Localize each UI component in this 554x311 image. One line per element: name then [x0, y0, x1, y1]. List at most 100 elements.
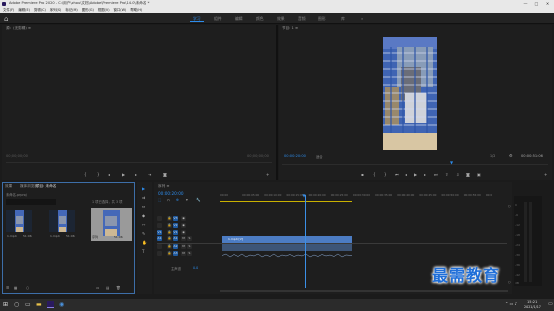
home-icon[interactable]: ⌂ — [4, 15, 8, 23]
insert-icon[interactable]: ⇥ — [148, 172, 151, 177]
program-playhead-icon[interactable]: ▼ — [450, 160, 453, 165]
zoom-slider-icon[interactable]: ○ — [26, 286, 29, 290]
eye-icon[interactable]: ◉ — [181, 230, 186, 235]
source-patch-toggle[interactable] — [157, 216, 162, 221]
lock-icon[interactable]: 🔒 — [167, 244, 172, 249]
lift-icon[interactable]: ⇪ — [445, 172, 448, 177]
panel-divider[interactable] — [276, 25, 278, 180]
prog-play-icon[interactable]: ▶ — [414, 172, 417, 177]
lock-icon[interactable]: 🔒 — [167, 251, 172, 256]
linked-selection-icon[interactable]: ⊕ — [176, 198, 179, 202]
camera-icon[interactable]: ◙ — [163, 172, 167, 177]
playhead-marker-icon[interactable]: ▼ — [303, 193, 306, 198]
track-header-a1[interactable]: A1 🔒 A1 M S — [157, 236, 218, 243]
source-add-button-icon[interactable]: + — [266, 172, 269, 177]
compare-icon[interactable]: ▣ — [477, 172, 481, 177]
project-item-thumbnail[interactable] — [6, 210, 32, 232]
solo-icon[interactable]: S — [187, 251, 192, 256]
step-forward-icon[interactable]: ▸ — [135, 172, 137, 177]
mute-icon[interactable]: M — [181, 251, 186, 256]
program-monitor-title[interactable]: 节目: 1 ≡ — [282, 26, 298, 31]
lock-icon[interactable]: 🔒 — [167, 230, 172, 235]
step-back-icon[interactable]: ◂ — [108, 172, 110, 177]
track-target-label[interactable]: V1 — [173, 230, 178, 235]
windows-start-icon[interactable]: ⊞ — [3, 301, 8, 308]
go-to-in-icon[interactable]: ⏮ — [395, 172, 399, 177]
eye-icon[interactable]: ◉ — [181, 223, 186, 228]
master-volume-value[interactable]: 0.0 — [193, 266, 198, 270]
track-select-tool-icon[interactable]: ⇉ — [142, 195, 145, 200]
mark-in-icon[interactable]: { — [84, 172, 87, 177]
source-patch-toggle[interactable] — [157, 223, 162, 228]
play-icon[interactable]: ▶ — [122, 172, 125, 177]
project-item-thumbnail[interactable] — [49, 210, 75, 232]
timeline-settings-icon[interactable]: 🔧 — [196, 198, 200, 202]
wrench-icon[interactable]: ⚙ — [509, 153, 513, 158]
source-patch-toggle[interactable]: V1 — [157, 230, 162, 235]
track-target-label[interactable]: A1 — [173, 236, 178, 241]
workspace-tab-audio[interactable]: 音频 — [298, 15, 306, 22]
new-item-icon[interactable]: ▤ — [106, 286, 109, 290]
prog-mark-out-icon[interactable]: } — [384, 172, 387, 177]
timeline-timecode[interactable]: 00:00:20:00 — [158, 191, 184, 196]
prog-step-forward-icon[interactable]: ▸ — [424, 172, 426, 177]
pen-tool-icon[interactable]: ✎ — [142, 231, 145, 236]
track-header-a3[interactable]: 🔒 A3 M S — [157, 251, 218, 258]
icon-view-icon[interactable]: ▦ — [14, 286, 17, 290]
go-to-out-icon[interactable]: ⏭ — [434, 172, 438, 177]
fit-dropdown[interactable]: 适合 — [316, 154, 323, 159]
clock-time[interactable]: 15:21 — [527, 300, 537, 304]
work-area-bar[interactable] — [220, 201, 352, 202]
resolution-dropdown[interactable]: 1/2 — [490, 154, 495, 158]
timeline-scroll-up-icon[interactable]: ○ — [508, 204, 511, 208]
audio-clip[interactable] — [221, 244, 353, 258]
track-target-label[interactable]: A2 — [173, 244, 178, 249]
minimize-button[interactable]: — — [521, 0, 530, 7]
snap-icon[interactable]: ∩ — [167, 198, 170, 202]
track-target-label[interactable]: V2 — [173, 223, 178, 228]
prog-step-back-icon[interactable]: ◂ — [405, 172, 407, 177]
search-icon[interactable]: ○ — [14, 301, 19, 308]
workspace-tab-effects[interactable]: 效果 — [277, 15, 285, 22]
source-timecode-in[interactable]: 00;00;00;00 — [6, 154, 28, 158]
timeline-playhead[interactable] — [305, 195, 306, 288]
timeline-horizontal-scrollbar[interactable] — [220, 290, 508, 292]
project-tab-project[interactable]: 项目: 未命名 — [36, 184, 56, 189]
insert-sequence-icon[interactable]: ⬚ — [158, 198, 161, 202]
timeline-ruler[interactable]: 00:00 00:00:05:00 00:00:10:00 00:00:15:00 00… — [220, 193, 510, 201]
project-tab-effects[interactable]: 效果 — [5, 184, 12, 189]
type-tool-icon[interactable]: T — [142, 249, 144, 254]
source-patch-toggle[interactable]: A1 — [157, 236, 162, 241]
source-monitor-title[interactable]: 源：(无剪辑) ≡ — [6, 26, 31, 31]
source-patch-toggle[interactable] — [157, 251, 162, 256]
track-target-label[interactable]: A3 — [173, 251, 178, 256]
prog-mark-in-icon[interactable]: ▪ — [361, 172, 364, 177]
timeline-title[interactable]: 序列 ≡ — [158, 184, 169, 189]
mark-out-icon[interactable]: } — [97, 172, 100, 177]
lock-icon[interactable]: 🔒 — [167, 216, 172, 221]
program-timecode[interactable]: 00:00:20:00 — [284, 154, 306, 158]
add-marker-icon[interactable]: ▾ — [186, 198, 188, 202]
selection-tool-icon[interactable]: ▶ — [142, 186, 145, 191]
project-search-input[interactable] — [6, 199, 56, 205]
track-header-v2[interactable]: 🔒 V2 ◉ — [157, 223, 218, 230]
prog-mark-in2-icon[interactable]: { — [373, 172, 376, 177]
workspace-tab-assembly[interactable]: 组件 — [214, 15, 222, 22]
track-header-主声道[interactable]: 主声道 0.0 — [157, 266, 218, 273]
workspace-overflow-button[interactable]: » — [361, 15, 363, 22]
hand-tool-icon[interactable]: ✋ — [142, 240, 147, 245]
program-add-button-icon[interactable]: + — [544, 172, 547, 177]
track-header-a2[interactable]: 🔒 A2 M S — [157, 244, 218, 251]
mute-icon[interactable]: M — [181, 244, 186, 249]
program-scrub-bar[interactable] — [282, 164, 548, 165]
mute-icon[interactable]: M — [181, 236, 186, 241]
tray-icons[interactable]: ⌃ ▭ ♪ — [505, 301, 517, 306]
timeline-scroll-down-icon[interactable]: ○ — [508, 280, 511, 284]
source-patch-toggle[interactable] — [157, 244, 162, 249]
export-frame-icon[interactable]: ◙ — [466, 172, 470, 177]
solo-icon[interactable]: S — [187, 236, 192, 241]
list-view-icon[interactable]: ☰ — [6, 286, 9, 290]
workspace-tab-libraries[interactable]: 库 — [341, 15, 345, 22]
new-bin-icon[interactable]: ▭ — [96, 286, 99, 290]
lock-icon[interactable]: 🔒 — [167, 236, 172, 241]
